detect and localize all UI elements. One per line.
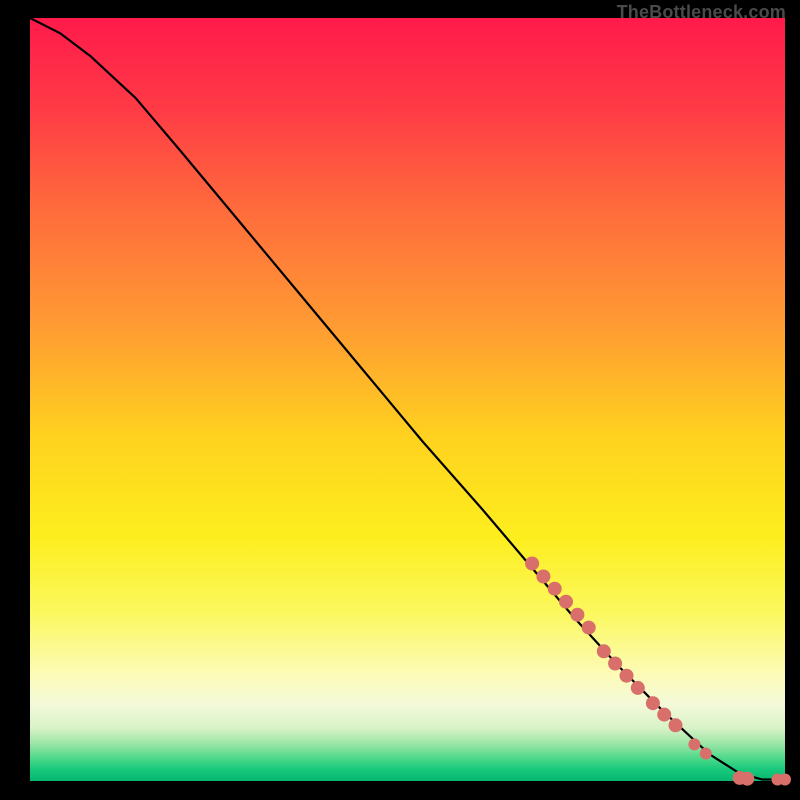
data-marker: [688, 738, 700, 750]
plot-area: [30, 18, 785, 781]
data-marker: [582, 621, 596, 635]
curve-line: [30, 18, 785, 780]
data-marker: [559, 595, 573, 609]
data-marker: [570, 608, 584, 622]
data-marker: [669, 718, 683, 732]
data-marker: [597, 644, 611, 658]
data-marker: [779, 774, 791, 786]
marker-group: [525, 557, 791, 786]
data-marker: [536, 570, 550, 584]
data-marker: [646, 696, 660, 710]
data-marker: [620, 669, 634, 683]
data-marker: [631, 681, 645, 695]
chart-stage: TheBottleneck.com: [0, 0, 800, 800]
data-marker: [525, 557, 539, 571]
data-marker: [657, 708, 671, 722]
data-marker: [548, 582, 562, 596]
data-marker: [700, 748, 712, 760]
data-marker: [740, 772, 754, 786]
data-marker: [608, 657, 622, 671]
overlay-svg: [30, 18, 785, 781]
attribution-label: TheBottleneck.com: [617, 2, 786, 23]
